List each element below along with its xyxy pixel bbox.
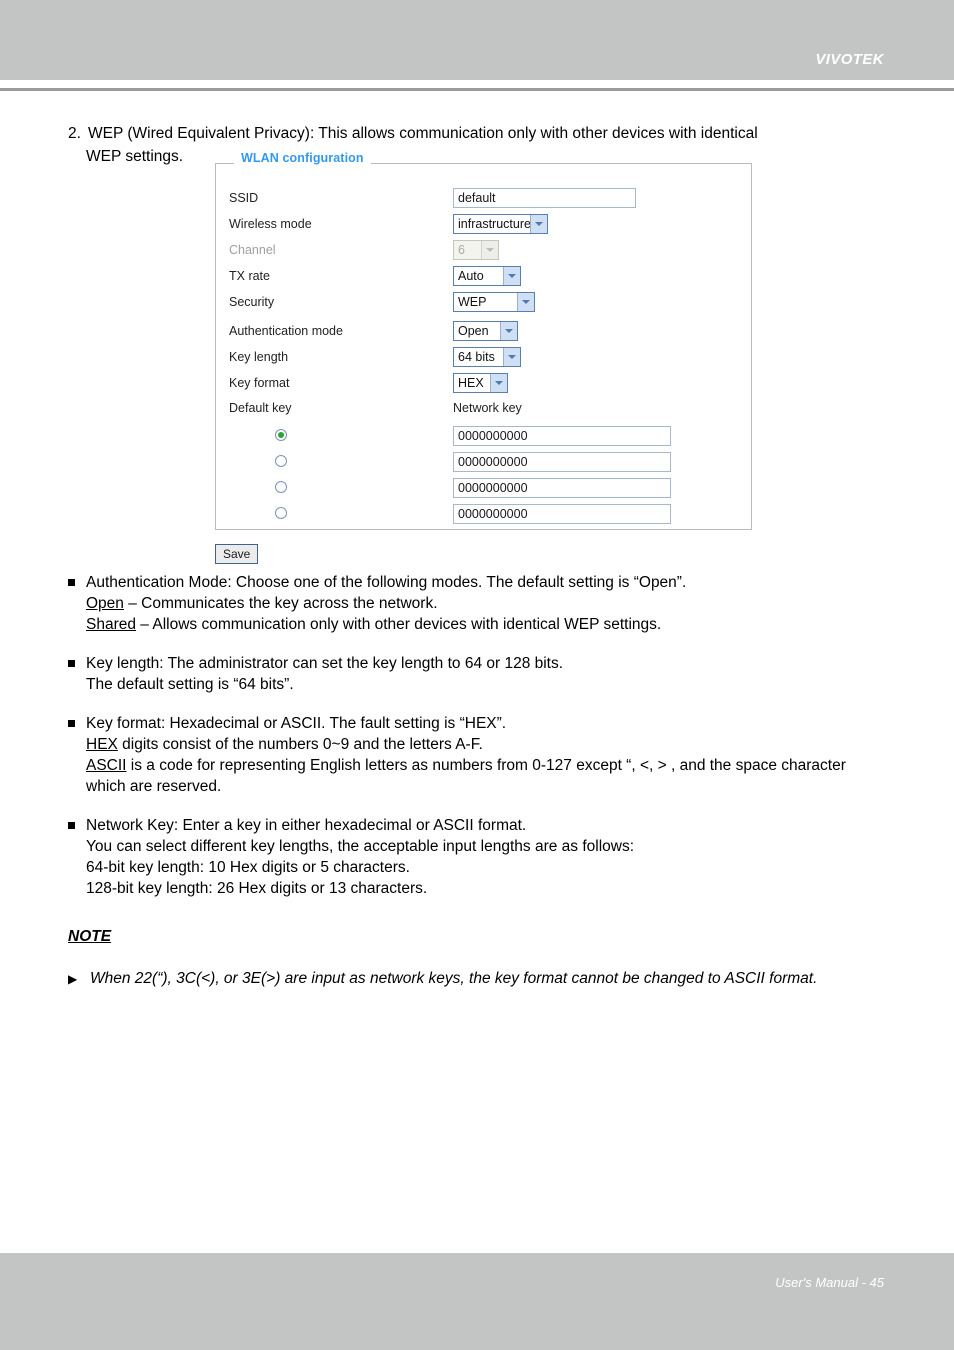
control-wrap: Open	[453, 321, 518, 341]
control-wrap: default	[453, 188, 636, 208]
page-header-band	[0, 0, 954, 80]
network-key-row: 0000000000	[216, 504, 751, 530]
note-heading: NOTE	[68, 928, 112, 945]
select-channel: 6	[453, 240, 499, 260]
form-row-key-format: Key format HEX	[216, 373, 751, 399]
chevron-down-icon	[517, 293, 534, 311]
select-authentication-mode[interactable]: Open	[453, 321, 518, 341]
form-row-tx-rate: TX rate Auto	[216, 266, 751, 292]
form-row-wireless-mode: Wireless mode infrastructure	[216, 214, 751, 240]
wlan-panel-legend: WLAN configuration	[234, 152, 371, 165]
label-tx-rate: TX rate	[229, 269, 270, 283]
network-key-input-wrap: 0000000000	[453, 478, 671, 498]
underlined-term: Open	[86, 595, 124, 612]
bullet-sub-line: 128-bit key length: 26 Hex digits or 13 …	[86, 880, 428, 897]
select-value: WEP	[458, 294, 487, 309]
form-row-key-length: Key length 64 bits	[216, 347, 751, 373]
intro-text: WEP (Wired Equivalent Privacy): This all…	[88, 125, 758, 142]
bullet-sub-line: You can select different key lengths, th…	[86, 838, 635, 855]
label-key-length: Key length	[229, 350, 289, 364]
select-security[interactable]: WEP	[453, 292, 535, 312]
select-value: 6	[458, 242, 465, 257]
bullet-sub-line: ASCII is a code for representing English…	[86, 757, 846, 795]
network-key-input-2[interactable]: 0000000000	[453, 452, 671, 472]
label-authentication-mode: Authentication mode	[229, 324, 343, 338]
default-key-radio-2[interactable]	[275, 455, 287, 467]
control-wrap: 64 bits	[453, 347, 521, 367]
select-value: Open	[458, 323, 489, 338]
chevron-down-icon	[503, 267, 520, 285]
underlined-term: HEX	[86, 736, 118, 753]
bullet-block: Network Key: Enter a key in either hexad…	[68, 815, 888, 899]
form-row-ssid: SSID default	[216, 188, 751, 214]
select-value: HEX	[458, 375, 484, 390]
bullet-sub-line: HEX digits consist of the numbers 0~9 an…	[86, 736, 483, 753]
select-wireless-mode[interactable]: infrastructure	[453, 214, 548, 234]
select-value: Auto	[458, 268, 484, 283]
bullet-list: Authentication Mode: Choose one of the f…	[68, 572, 888, 917]
network-key-heading: Network key	[453, 401, 522, 415]
network-key-input-wrap: 0000000000	[453, 452, 671, 472]
network-key-input-1[interactable]: 0000000000	[453, 426, 671, 446]
bullet-heading-line: Key format: Hexadecimal or ASCII. The fa…	[68, 713, 888, 734]
intro-number: 2.	[68, 125, 81, 142]
header-divider-rule	[0, 88, 954, 91]
bullet-block: Key format: Hexadecimal or ASCII. The fa…	[68, 713, 888, 797]
save-button[interactable]: Save	[215, 544, 259, 564]
underlined-term: Shared	[86, 616, 136, 633]
select-value: 64 bits	[458, 349, 495, 364]
network-key-input-4[interactable]: 0000000000	[453, 504, 671, 524]
control-wrap: WEP	[453, 292, 535, 312]
bullet-sub-line: The default setting is “64 bits”.	[86, 676, 294, 693]
control-wrap: HEX	[453, 373, 508, 393]
note-body: When 22(“), 3C(<), or 3E(>) are input as…	[68, 968, 910, 990]
default-key-radio-1[interactable]	[275, 429, 287, 441]
label-ssid: SSID	[229, 191, 259, 205]
ssid-input[interactable]: default	[453, 188, 636, 208]
network-key-row: 0000000000	[216, 478, 751, 504]
control-wrap: Auto	[453, 266, 521, 286]
underlined-term: ASCII	[86, 757, 127, 774]
select-key-length[interactable]: 64 bits	[453, 347, 521, 367]
page-footer-band	[0, 1253, 954, 1350]
bullet-sub-line: Shared – Allows communication only with …	[86, 616, 662, 633]
chevron-down-icon	[500, 322, 517, 340]
chevron-down-icon	[503, 348, 520, 366]
network-key-input-wrap: 0000000000	[453, 426, 671, 446]
label-channel: Channel	[229, 243, 276, 257]
default-key-radio-4[interactable]	[275, 507, 287, 519]
wlan-configuration-panel: SSID default Wireless mode infrastructure Ch…	[215, 163, 752, 530]
network-key-input-wrap: 0000000000	[453, 504, 671, 524]
form-row-security: Security WEP	[216, 292, 751, 318]
bullet-block: Authentication Mode: Choose one of the f…	[68, 572, 888, 635]
select-key-format[interactable]: HEX	[453, 373, 508, 393]
bullet-heading-line: Network Key: Enter a key in either hexad…	[68, 815, 888, 836]
chevron-down-icon	[490, 374, 507, 392]
select-tx-rate[interactable]: Auto	[453, 266, 521, 286]
form-row-authentication-mode: Authentication mode Open	[216, 321, 751, 347]
bullet-heading-line: Key length: The administrator can set th…	[68, 653, 888, 674]
chevron-down-icon	[481, 241, 498, 259]
label-key-format: Key format	[229, 376, 290, 390]
label-wireless-mode: Wireless mode	[229, 217, 312, 231]
bullet-heading-line: Authentication Mode: Choose one of the f…	[68, 572, 888, 593]
network-key-row: 0000000000	[216, 452, 751, 478]
control-wrap: infrastructure	[453, 214, 548, 234]
network-key-row: 0000000000	[216, 426, 751, 452]
control-wrap: 6	[453, 240, 499, 260]
intro-paragraph-line2: WEP settings.	[86, 148, 184, 165]
footer-page-label: User's Manual - 45	[775, 1275, 884, 1290]
bullet-sub-line: 64-bit key length: 10 Hex digits or 5 ch…	[86, 859, 410, 876]
bullet-sub-line: Open – Communicates the key across the n…	[86, 595, 438, 612]
default-key-heading: Default key	[229, 401, 292, 415]
chevron-down-icon	[530, 215, 547, 233]
label-security: Security	[229, 295, 275, 309]
form-row-channel: Channel 6	[216, 240, 751, 266]
bullet-block: Key length: The administrator can set th…	[68, 653, 888, 695]
vivotek-logo: VIVOTEK	[815, 51, 884, 68]
default-key-radio-3[interactable]	[275, 481, 287, 493]
network-key-input-3[interactable]: 0000000000	[453, 478, 671, 498]
intro-paragraph: 2. WEP (Wired Equivalent Privacy): This a…	[68, 123, 886, 145]
select-value: infrastructure	[458, 216, 531, 231]
